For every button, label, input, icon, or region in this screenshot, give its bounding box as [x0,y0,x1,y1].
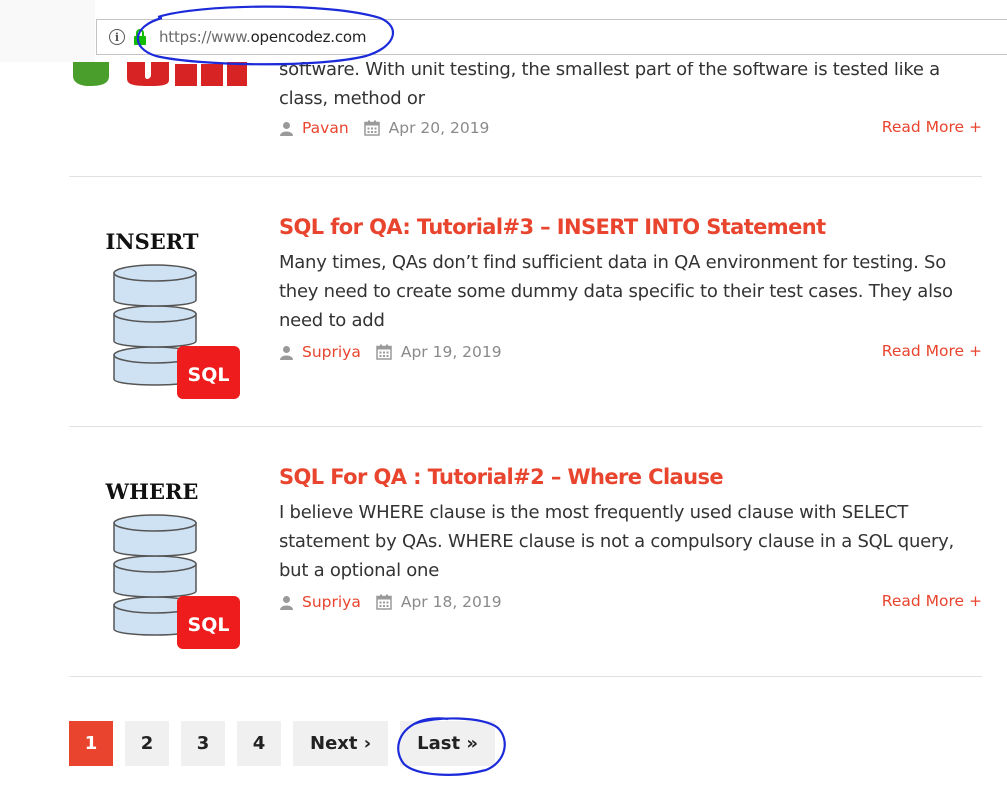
user-icon [280,121,293,136]
read-more-link[interactable]: Read More + [882,342,982,360]
read-more-link[interactable]: Read More + [882,592,982,610]
article-date: Apr 18, 2019 [400,593,502,611]
article-excerpt: I believe WHERE clause is the most frequ… [279,502,954,581]
calendar-icon [376,594,392,610]
article-item: INSERT SQL SQL for QA: Tutorial#3 – INSE… [69,213,982,403]
page-1-button[interactable]: 1 [69,721,113,766]
calendar-icon [363,120,380,136]
article-divider [69,676,982,677]
author-link[interactable]: Pavan [302,119,349,137]
page: i https://www.opencodez.com software. Wi… [0,0,1007,792]
thumbnail-badge: SQL [188,364,230,386]
url-annotation-circle [136,5,395,66]
thumbnail-badge: SQL [188,614,230,636]
database-icon: WHERE SQL [105,479,240,649]
user-icon [280,345,293,360]
article-item: WHERE SQL SQL For QA : Tutorial#2 – Wher… [69,463,982,653]
article-meta: Supriya Apr 18, 2019 [279,592,502,612]
article-title[interactable]: SQL For QA : Tutorial#2 – Where Clause [279,465,724,489]
article-thumbnail[interactable]: INSERT SQL [69,229,244,404]
read-more-link[interactable]: Read More + [882,118,982,136]
article-date: Apr 19, 2019 [400,343,502,361]
author-link[interactable]: Supriya [302,593,361,611]
user-icon [280,595,293,610]
article-date: Apr 20, 2019 [388,119,490,137]
page-4-button[interactable]: 4 [237,721,281,766]
article-title[interactable]: SQL for QA: Tutorial#3 – INSERT INTO Sta… [279,215,826,239]
thumbnail-label: INSERT [106,229,199,254]
page-2-button[interactable]: 2 [125,721,169,766]
article-meta: Supriya Apr 19, 2019 [279,342,502,362]
article-item: software. With unit testing, the smalles… [69,55,982,155]
article-meta: Pavan Apr 20, 2019 [279,118,489,138]
article-excerpt: Many times, QAs don’t find sufficient da… [279,252,953,331]
article-divider [69,426,982,427]
article-thumbnail[interactable]: WHERE SQL [69,479,244,654]
database-icon: INSERT SQL [106,229,240,399]
article-divider [69,176,982,177]
thumbnail-label: WHERE [105,479,199,504]
author-link[interactable]: Supriya [302,343,361,361]
page-3-button[interactable]: 3 [181,721,225,766]
last-button-annotation-circle [397,717,506,776]
info-icon[interactable]: i [109,29,125,45]
next-page-button[interactable]: Next › [293,721,389,766]
calendar-icon [376,344,392,360]
